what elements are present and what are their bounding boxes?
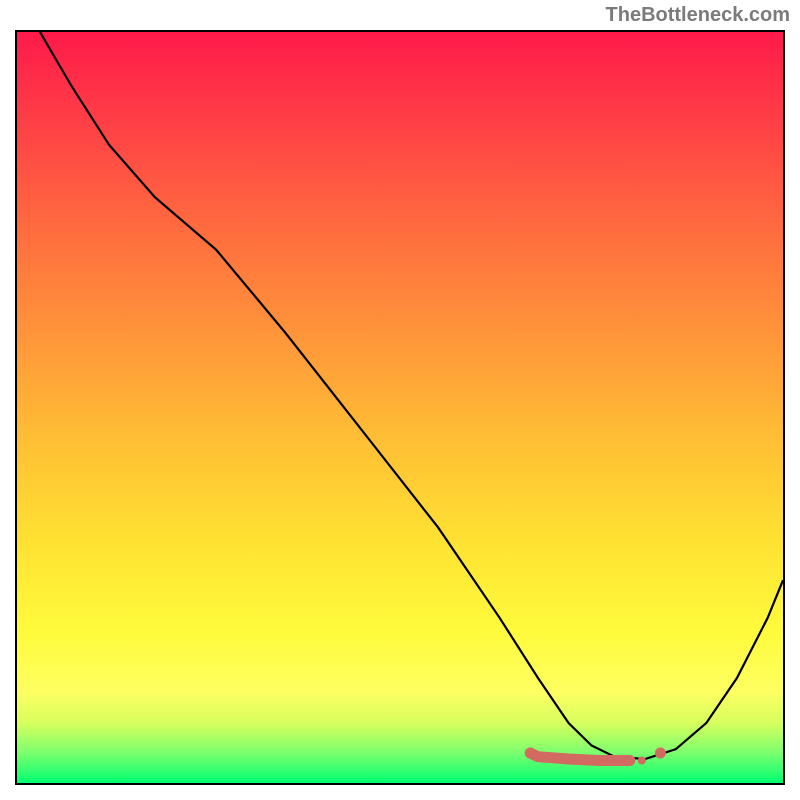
chart-container: TheBottleneck.com — [0, 0, 800, 800]
attribution-label: TheBottleneck.com — [606, 4, 790, 27]
bottleneck-curve-path — [40, 32, 783, 759]
bottleneck-curve-svg — [17, 32, 783, 783]
highlight-markers — [530, 748, 666, 765]
plot-area — [15, 30, 785, 785]
marker-dot — [655, 748, 666, 759]
marker-dot — [638, 757, 646, 765]
marker-run — [530, 753, 630, 761]
